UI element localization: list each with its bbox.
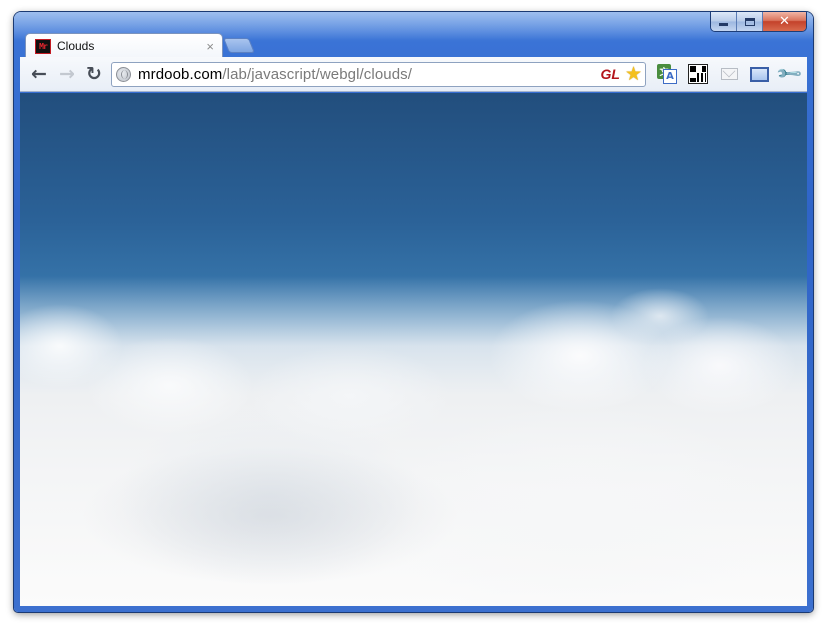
tab-close-icon[interactable]: × (206, 39, 214, 54)
minimize-button[interactable] (711, 12, 737, 31)
forward-button[interactable]: → (55, 62, 79, 86)
qr-code-icon (688, 64, 708, 84)
close-icon: ✕ (779, 14, 790, 29)
forward-arrow-icon: → (59, 63, 75, 85)
webgl-page-action-icon[interactable]: GL (601, 66, 620, 82)
cloud-shadow (80, 446, 460, 586)
qr-code-extension-button[interactable] (687, 63, 709, 85)
favicon-icon: Mr (35, 38, 51, 54)
wrench-icon: 🔧 (775, 59, 805, 89)
globe-icon (116, 67, 131, 82)
reload-button[interactable]: ↻ (82, 62, 106, 86)
back-arrow-icon: ← (31, 63, 47, 85)
translate-extension-button[interactable]: 文 A (656, 63, 678, 85)
new-tab-button[interactable] (222, 38, 256, 53)
fullscreen-extension-button[interactable] (748, 63, 770, 85)
mail-icon (720, 68, 738, 80)
window-caption-buttons: ✕ (710, 12, 807, 32)
bookmark-star-icon[interactable]: ★ (625, 63, 642, 85)
back-button[interactable]: ← (27, 62, 51, 86)
browser-window: ✕ Mr Clouds × ← → ↻ mrdoob.com/lab/javas… (14, 12, 813, 612)
address-bar[interactable]: mrdoob.com/lab/javascript/webgl/clouds/ … (111, 62, 646, 87)
url-path: /lab/javascript/webgl/clouds/ (222, 66, 413, 83)
webgl-clouds-canvas[interactable] (20, 93, 807, 606)
wrench-menu-button[interactable]: 🔧 (775, 59, 804, 88)
tab-clouds[interactable]: Mr Clouds × (25, 33, 223, 58)
url-text[interactable]: mrdoob.com/lab/javascript/webgl/clouds/ (138, 66, 412, 83)
close-window-button[interactable]: ✕ (763, 12, 806, 31)
fullscreen-icon (749, 66, 769, 82)
tab-title: Clouds (57, 39, 95, 53)
browser-toolbar: ← → ↻ mrdoob.com/lab/javascript/webgl/cl… (20, 57, 807, 92)
minimize-icon (719, 23, 728, 26)
maximize-button[interactable] (737, 12, 763, 31)
reload-icon: ↻ (86, 63, 102, 85)
maximize-icon (744, 17, 755, 26)
translate-icon: 文 A (656, 63, 678, 85)
url-host: mrdoob.com (138, 66, 223, 83)
translate-front-glyph: A (663, 69, 677, 84)
mail-extension-button[interactable] (718, 63, 740, 85)
